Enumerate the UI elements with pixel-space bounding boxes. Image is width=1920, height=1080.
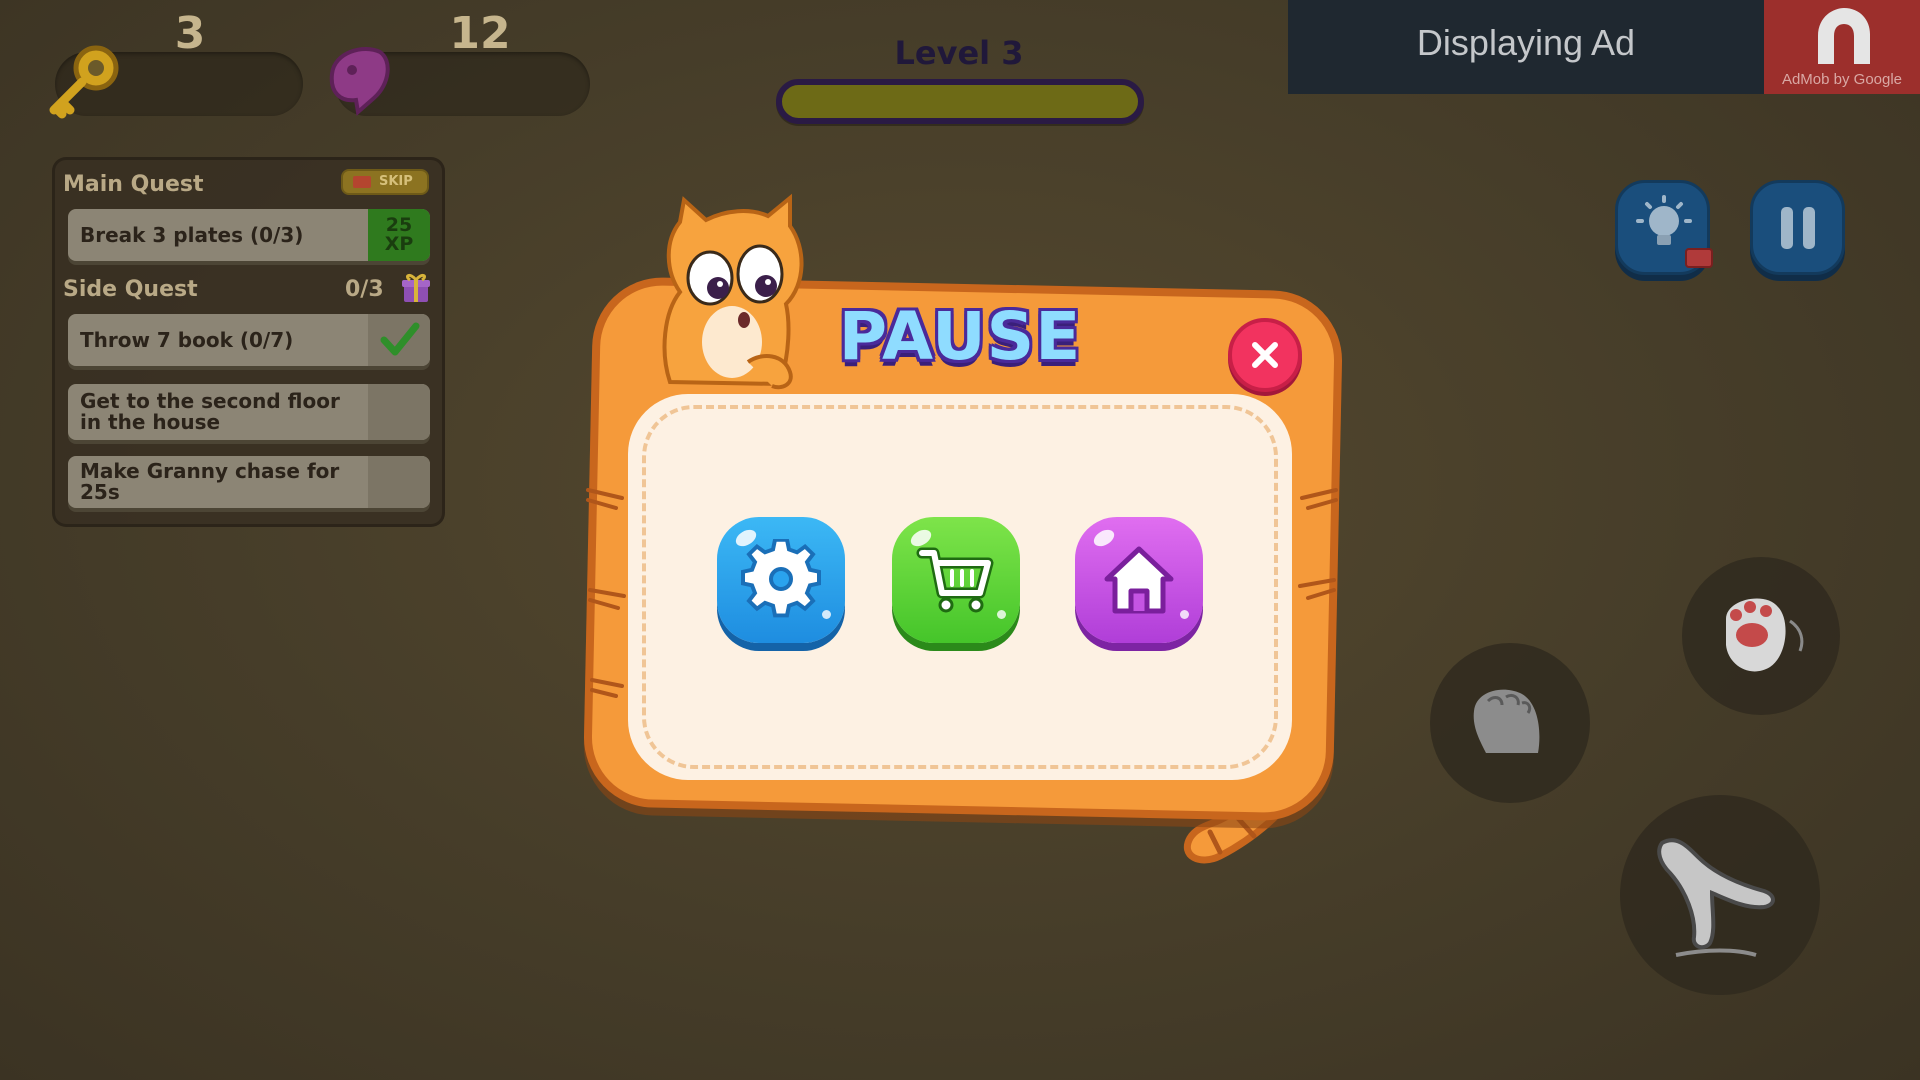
side-quest-item: Throw 7 book (0/7) bbox=[68, 314, 430, 366]
video-icon bbox=[353, 176, 371, 188]
cart-icon bbox=[916, 547, 994, 613]
xp-reward-badge: 25 XP bbox=[368, 209, 430, 261]
quest-panel: Main Quest SKIP Break 3 plates (0/3) 25 … bbox=[52, 157, 445, 527]
close-icon bbox=[1252, 342, 1278, 368]
cat-leg-icon bbox=[1657, 838, 1775, 957]
ad-text: Displaying Ad bbox=[1416, 22, 1636, 63]
xp-unit: XP bbox=[384, 233, 414, 255]
admob-icon bbox=[1818, 8, 1870, 64]
fur-stripes-left bbox=[586, 488, 626, 698]
button-highlight bbox=[822, 610, 831, 619]
button-highlight bbox=[1180, 610, 1189, 619]
main-quest-label: Break 3 plates (0/3) bbox=[80, 222, 304, 247]
quest-status bbox=[368, 314, 430, 366]
paw-icon bbox=[1726, 598, 1804, 672]
claw-icon bbox=[1473, 689, 1540, 753]
cat-leg-button[interactable] bbox=[1620, 795, 1820, 995]
skip-label: SKIP bbox=[379, 174, 413, 189]
quest-status bbox=[368, 456, 430, 508]
shop-button[interactable] bbox=[892, 517, 1020, 643]
settings-button[interactable] bbox=[717, 517, 845, 643]
button-highlight bbox=[997, 610, 1006, 619]
home-icon bbox=[1104, 546, 1174, 614]
close-button[interactable] bbox=[1228, 318, 1302, 392]
fish-icon bbox=[329, 47, 390, 116]
key-icon bbox=[49, 45, 119, 119]
main-quest-title: Main Quest bbox=[63, 172, 204, 197]
gear-icon bbox=[741, 539, 821, 618]
hint-button[interactable] bbox=[1615, 180, 1713, 275]
pause-title: PAUSE bbox=[838, 298, 1082, 375]
video-ad-icon bbox=[1685, 248, 1713, 268]
side-quest-label: Throw 7 book (0/7) bbox=[80, 327, 294, 352]
side-quest-label: Make Granny chase for 25s bbox=[80, 459, 340, 504]
side-quest-label: Get to the second floor in the house bbox=[80, 389, 340, 434]
fish-count: 12 bbox=[449, 8, 511, 59]
side-quest-progress: 0/3 bbox=[345, 277, 384, 302]
pause-icon bbox=[1781, 207, 1815, 249]
side-quest-item: Get to the second floor in the house bbox=[68, 384, 430, 440]
checkmark-icon bbox=[380, 322, 420, 356]
keys-count: 3 bbox=[174, 8, 206, 59]
skip-quest-button[interactable]: SKIP bbox=[341, 169, 429, 195]
admob-label: AdMob by Google bbox=[1781, 71, 1903, 88]
quest-status bbox=[368, 384, 430, 440]
gift-icon bbox=[402, 273, 430, 302]
pause-button[interactable] bbox=[1750, 180, 1845, 275]
home-button[interactable] bbox=[1075, 517, 1203, 643]
paw-swipe-button[interactable] bbox=[1430, 643, 1590, 803]
fur-stripes-right bbox=[1298, 488, 1338, 600]
ad-banner[interactable]: Displaying Ad AdMob by Google bbox=[1288, 0, 1920, 94]
side-quest-item: Make Granny chase for 25s bbox=[68, 456, 430, 508]
level-progress-bar bbox=[776, 79, 1144, 124]
paw-grab-button[interactable] bbox=[1682, 557, 1840, 715]
side-quest-title: Side Quest bbox=[63, 277, 198, 302]
admob-logo: AdMob by Google bbox=[1764, 0, 1920, 94]
main-quest-item: Break 3 plates (0/3) 25 XP bbox=[68, 209, 430, 261]
cat-mascot bbox=[662, 193, 804, 390]
level-title: Level 3 bbox=[894, 34, 1024, 72]
